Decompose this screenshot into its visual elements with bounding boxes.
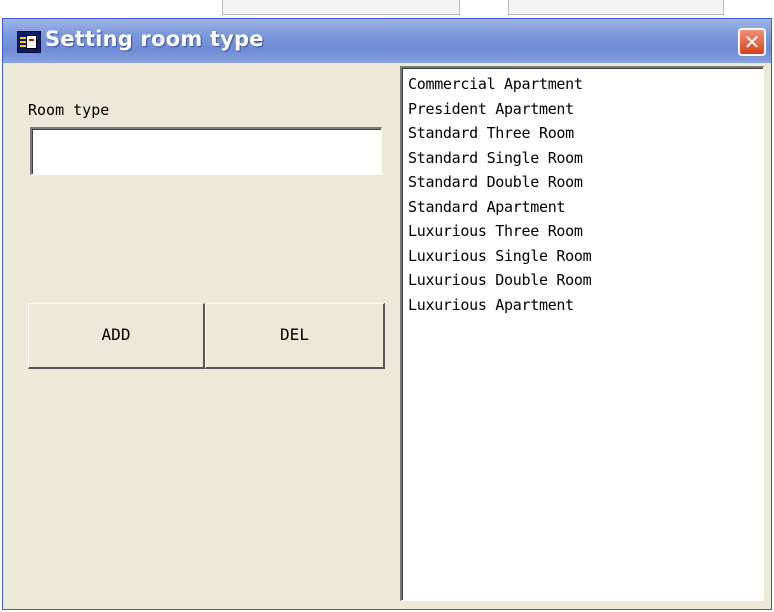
background-strip: [0, 0, 774, 18]
list-item[interactable]: Commercial Apartment: [408, 72, 763, 97]
list-item[interactable]: President Apartment: [408, 97, 763, 122]
room-type-label: Room type: [28, 101, 110, 119]
background-tab: [508, 0, 724, 15]
title-bar[interactable]: Setting room type ✕: [3, 19, 771, 63]
room-type-input[interactable]: [30, 127, 382, 175]
background-tab: [222, 0, 460, 15]
list-item[interactable]: Luxurious Single Room: [408, 244, 763, 269]
room-type-list[interactable]: Commercial Apartment President Apartment…: [400, 66, 764, 601]
list-item[interactable]: Standard Single Room: [408, 146, 763, 171]
list-item[interactable]: Luxurious Double Room: [408, 268, 763, 293]
app-database-icon: [17, 31, 41, 53]
close-button[interactable]: ✕: [738, 28, 766, 56]
list-item[interactable]: Luxurious Apartment: [408, 293, 763, 318]
list-item[interactable]: Standard Three Room: [408, 121, 763, 146]
add-button[interactable]: ADD: [28, 303, 205, 369]
close-icon: ✕: [743, 30, 761, 54]
list-item[interactable]: Luxurious Three Room: [408, 219, 763, 244]
list-item[interactable]: Standard Apartment: [408, 195, 763, 220]
dialog-window: Setting room type ✕ Room type ADD DEL Co…: [2, 18, 772, 610]
list-item[interactable]: Standard Double Room: [408, 170, 763, 195]
window-title: Setting room type: [45, 27, 264, 51]
del-button[interactable]: DEL: [205, 303, 385, 369]
